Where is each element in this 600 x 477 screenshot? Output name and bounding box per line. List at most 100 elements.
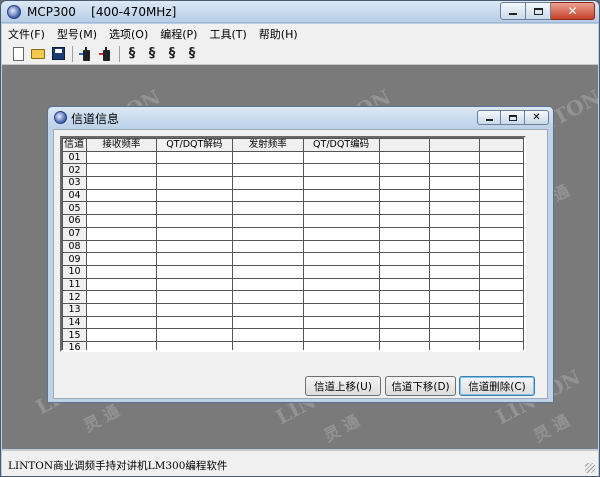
table-cell[interactable] (302, 290, 380, 304)
table-cell[interactable] (302, 341, 380, 350)
table-cell[interactable] (378, 315, 431, 330)
table-cell[interactable] (85, 214, 157, 228)
row-header-channel[interactable]: 09 (62, 252, 87, 266)
table-cell[interactable] (85, 315, 157, 330)
column-header-extra-3[interactable] (479, 138, 524, 152)
column-header-tx-freq[interactable]: 发射频率 (231, 138, 304, 152)
channel-1-button[interactable]: § (124, 46, 140, 62)
table-cell[interactable] (479, 188, 524, 203)
table-cell[interactable] (231, 315, 304, 330)
row-header-channel[interactable]: 13 (62, 302, 87, 317)
table-cell[interactable] (231, 176, 304, 190)
row-header-channel[interactable]: 08 (62, 239, 87, 254)
row-header-channel[interactable]: 05 (62, 201, 87, 216)
table-cell[interactable] (429, 328, 481, 342)
table-cell[interactable] (429, 188, 481, 203)
table-cell[interactable] (378, 239, 431, 254)
table-cell[interactable] (302, 176, 380, 190)
minimize-button[interactable] (500, 2, 526, 20)
row-header-channel[interactable]: 10 (62, 264, 87, 279)
table-row[interactable]: 06 (62, 214, 524, 228)
table-cell[interactable] (231, 264, 304, 279)
table-cell[interactable] (429, 252, 481, 266)
table-cell[interactable] (378, 277, 431, 292)
table-cell[interactable] (479, 302, 524, 317)
table-cell[interactable] (85, 252, 157, 266)
row-header-channel[interactable]: 01 (62, 150, 87, 165)
table-row[interactable]: 16 (62, 341, 524, 350)
table-cell[interactable] (429, 302, 481, 317)
row-header-channel[interactable]: 16 (62, 341, 87, 350)
channel-2-button[interactable]: § (144, 46, 160, 62)
resize-grip-icon[interactable] (585, 463, 595, 473)
table-cell[interactable] (155, 150, 233, 165)
table-cell[interactable] (479, 226, 524, 241)
table-cell[interactable] (85, 176, 157, 190)
channel-move-down-button[interactable]: 信道下移(D) (385, 376, 456, 396)
table-cell[interactable] (231, 290, 304, 304)
table-cell[interactable] (302, 328, 380, 342)
table-cell[interactable] (231, 302, 304, 317)
table-cell[interactable] (231, 239, 304, 254)
app-logo-icon[interactable] (7, 5, 21, 19)
table-cell[interactable] (429, 264, 481, 279)
read-radio-button[interactable] (77, 46, 93, 62)
table-row[interactable]: 12 (62, 290, 524, 304)
table-cell[interactable] (429, 239, 481, 254)
column-header-rx-tone[interactable]: QT/DQT解码 (155, 138, 233, 152)
close-button[interactable]: ✕ (551, 2, 595, 20)
table-cell[interactable] (479, 328, 524, 342)
table-cell[interactable] (479, 264, 524, 279)
table-cell[interactable] (155, 214, 233, 228)
table-cell[interactable] (429, 214, 481, 228)
channel-3-button[interactable]: § (164, 46, 180, 62)
table-row[interactable]: 01 (62, 150, 524, 165)
table-cell[interactable] (231, 150, 304, 165)
table-cell[interactable] (155, 315, 233, 330)
table-row[interactable]: 15 (62, 328, 524, 342)
table-cell[interactable] (302, 150, 380, 165)
table-row[interactable]: 10 (62, 264, 524, 279)
table-cell[interactable] (302, 264, 380, 279)
column-header-channel[interactable]: 信道 (62, 138, 87, 152)
table-cell[interactable] (378, 264, 431, 279)
title-bar[interactable]: MCP300 [400-470MHz] ✕ (1, 1, 599, 23)
table-cell[interactable] (302, 201, 380, 216)
menu-help[interactable]: 帮助(H) (253, 26, 304, 42)
table-cell[interactable] (429, 290, 481, 304)
table-cell[interactable] (155, 341, 233, 350)
table-row[interactable]: 09 (62, 252, 524, 266)
table-cell[interactable] (479, 290, 524, 304)
menu-file[interactable]: 文件(F) (2, 26, 51, 42)
table-cell[interactable] (85, 277, 157, 292)
channel-grid[interactable]: 信道 接收频率 QT/DQT解码 发射频率 QT/DQT编码 01 02 03 04 0… (60, 136, 526, 352)
table-cell[interactable] (231, 328, 304, 342)
open-button[interactable] (30, 46, 46, 62)
menu-tools[interactable]: 工具(T) (203, 26, 252, 42)
table-cell[interactable] (85, 163, 157, 178)
table-cell[interactable] (479, 341, 524, 350)
row-header-channel[interactable]: 06 (62, 214, 87, 228)
table-cell[interactable] (302, 163, 380, 178)
channel-move-up-button[interactable]: 信道上移(U) (305, 376, 381, 396)
menu-model[interactable]: 型号(M) (51, 26, 103, 42)
table-cell[interactable] (479, 214, 524, 228)
table-row[interactable]: 14 (62, 315, 524, 330)
table-cell[interactable] (378, 302, 431, 317)
row-header-channel[interactable]: 15 (62, 328, 87, 342)
table-cell[interactable] (155, 163, 233, 178)
table-cell[interactable] (85, 201, 157, 216)
table-cell[interactable] (155, 226, 233, 241)
table-cell[interactable] (231, 188, 304, 203)
table-cell[interactable] (378, 176, 431, 190)
table-cell[interactable] (155, 252, 233, 266)
table-cell[interactable] (479, 201, 524, 216)
maximize-button[interactable] (526, 2, 551, 20)
table-cell[interactable] (155, 264, 233, 279)
new-file-button[interactable] (10, 46, 26, 62)
table-cell[interactable] (429, 150, 481, 165)
child-minimize-button[interactable] (477, 110, 501, 125)
table-row[interactable]: 11 (62, 277, 524, 292)
table-cell[interactable] (378, 341, 431, 350)
table-cell[interactable] (302, 315, 380, 330)
